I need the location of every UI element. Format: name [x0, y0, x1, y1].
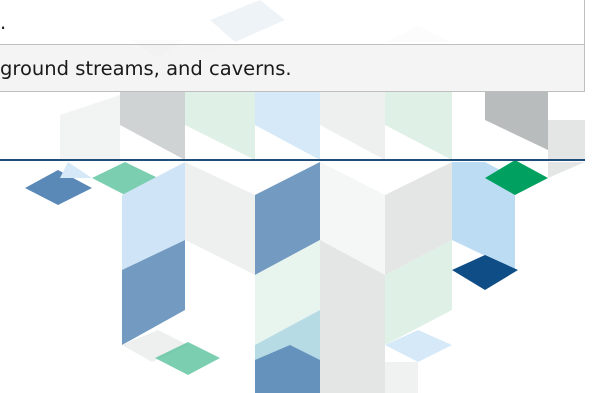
- row-1-text: .: [0, 10, 7, 34]
- row-2-text: ground streams, and caverns.: [0, 56, 292, 80]
- deco-shape: [320, 92, 385, 160]
- deco-shape: [60, 162, 92, 178]
- deco-shape: [548, 162, 585, 178]
- deco-shape: [385, 362, 418, 393]
- deco-shape: [60, 95, 120, 160]
- deco-shape: [485, 92, 548, 150]
- deco-shape: [255, 92, 320, 160]
- deco-shape: [120, 92, 185, 160]
- deco-shape: [385, 92, 452, 160]
- deco-shape: [548, 120, 585, 160]
- deco-shape: [185, 92, 255, 160]
- horizontal-rule: [0, 159, 585, 161]
- content-row-1: .: [0, 0, 585, 45]
- content-row-2: ground streams, and caverns.: [0, 44, 585, 92]
